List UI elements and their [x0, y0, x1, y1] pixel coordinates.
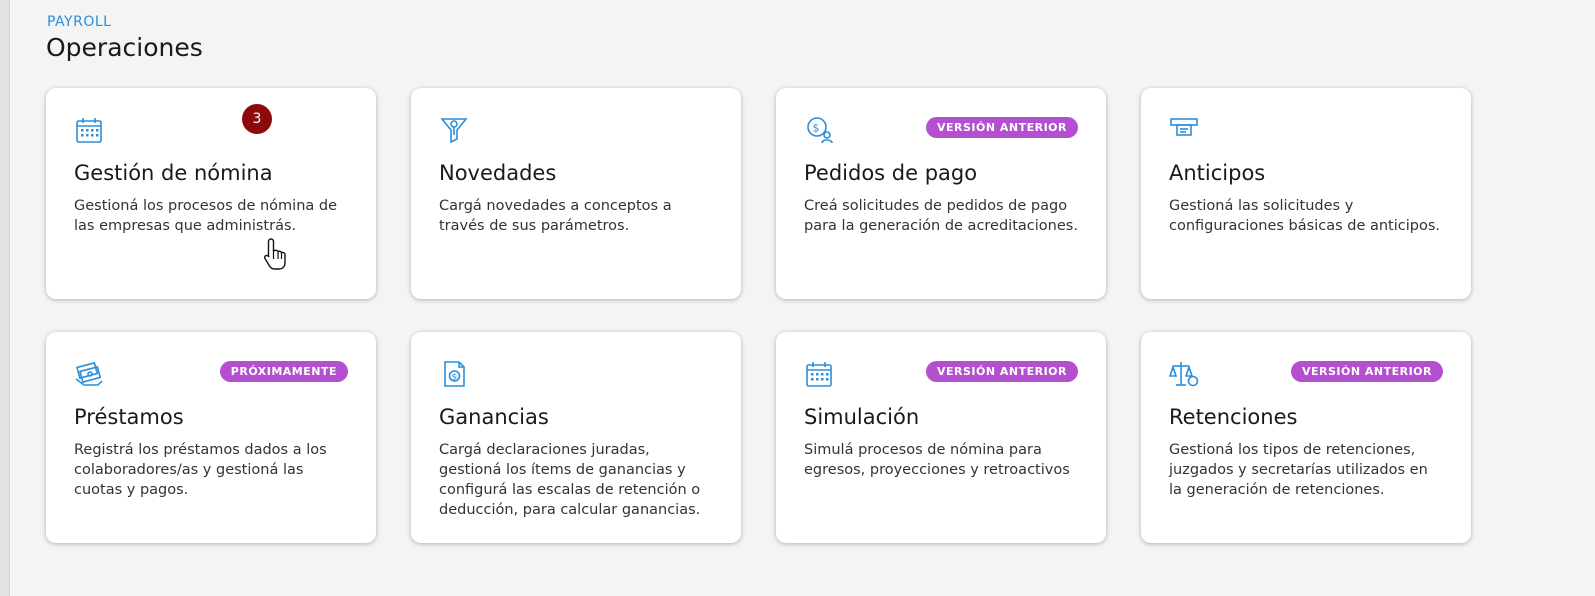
money-hand-icon — [74, 359, 104, 389]
card-title: Simulación — [804, 405, 920, 429]
card-prestamos[interactable]: PRÓXIMAMENTE Préstamos Registrá los prés… — [46, 332, 376, 543]
hand-pointer-cursor-icon — [262, 237, 290, 271]
section-eyebrow: PAYROLL — [47, 14, 112, 30]
funnel-icon — [439, 115, 469, 145]
card-title: Retenciones — [1169, 405, 1298, 429]
version-anterior-badge: VERSIÓN ANTERIOR — [925, 361, 1078, 382]
card-description: Cargá novedades a conceptos a través de … — [439, 198, 672, 234]
page-title: Operaciones — [46, 33, 203, 62]
card-description: Cargá declaraciones juradas, gestioná lo… — [439, 442, 701, 518]
proximamente-badge: PRÓXIMAMENTE — [219, 361, 348, 382]
version-anterior-badge: VERSIÓN ANTERIOR — [1290, 361, 1443, 382]
operations-card-grid: 3 Gestión de nómina Gestioná los proceso… — [46, 88, 1471, 543]
svg-text:$: $ — [452, 373, 458, 383]
svg-text:$: $ — [813, 122, 820, 135]
card-novedades[interactable]: Novedades Cargá novedades a conceptos a … — [411, 88, 741, 299]
card-gestion-de-nomina[interactable]: 3 Gestión de nómina Gestioná los proceso… — [46, 88, 376, 299]
card-description: Registrá los préstamos dados a los colab… — [74, 442, 327, 498]
card-title: Préstamos — [74, 405, 184, 429]
card-title: Anticipos — [1169, 161, 1266, 185]
card-title: Pedidos de pago — [804, 161, 978, 185]
calendar-icon — [74, 115, 104, 145]
card-title: Novedades — [439, 161, 557, 185]
cash-dispenser-icon — [1169, 115, 1199, 145]
version-anterior-badge: VERSIÓN ANTERIOR — [925, 117, 1078, 138]
card-description: Gestioná las solicitudes y configuracion… — [1169, 198, 1441, 234]
card-description: Gestioná los procesos de nómina de las e… — [74, 198, 338, 234]
card-title: Gestión de nómina — [74, 161, 273, 185]
calendar-icon — [804, 359, 834, 389]
left-edge-divider — [0, 0, 10, 596]
card-description: Creá solicitudes de pedidos de pago para… — [804, 198, 1078, 234]
money-document-icon: $ — [439, 359, 469, 389]
card-pedidos-de-pago[interactable]: $ VERSIÓN ANTERIOR Pedidos de pago Creá … — [776, 88, 1106, 299]
card-ganancias[interactable]: $ Ganancias Cargá declaraciones juradas,… — [411, 332, 741, 543]
card-simulacion[interactable]: VERSIÓN ANTERIOR Simulación Simulá proce… — [776, 332, 1106, 543]
card-retenciones[interactable]: VERSIÓN ANTERIOR Retenciones Gestioná lo… — [1141, 332, 1471, 543]
card-description: Simulá procesos de nómina para egresos, … — [804, 442, 1070, 478]
card-description: Gestioná los tipos de retenciones, juzga… — [1169, 442, 1428, 498]
notification-count-badge: 3 — [242, 104, 272, 134]
payment-coin-icon: $ — [804, 115, 834, 145]
balance-scale-icon — [1169, 359, 1199, 389]
card-anticipos[interactable]: Anticipos Gestioná las solicitudes y con… — [1141, 88, 1471, 299]
card-title: Ganancias — [439, 405, 549, 429]
